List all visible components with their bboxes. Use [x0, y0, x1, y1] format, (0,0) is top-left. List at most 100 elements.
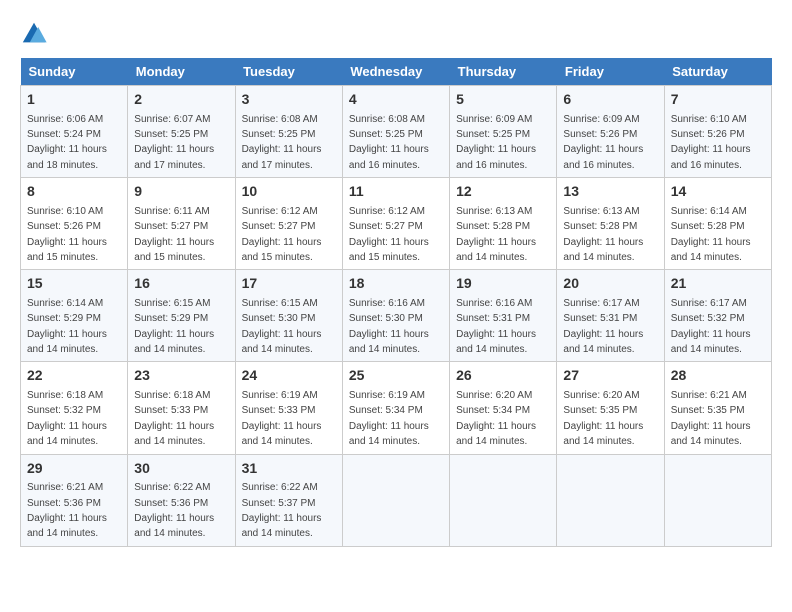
- day-number: 25: [349, 366, 443, 386]
- day-number: 9: [134, 182, 228, 202]
- day-info: Sunrise: 6:07 AM Sunset: 5:25 PM Dayligh…: [134, 114, 214, 171]
- calendar-cell: 14 Sunrise: 6:14 AM Sunset: 5:28 PM Dayl…: [664, 178, 771, 270]
- day-number: 7: [671, 90, 765, 110]
- day-number: 6: [563, 90, 657, 110]
- day-number: 15: [27, 274, 121, 294]
- header: [20, 20, 772, 48]
- day-info: Sunrise: 6:18 AM Sunset: 5:32 PM Dayligh…: [27, 390, 107, 447]
- weekday-header-wednesday: Wednesday: [342, 58, 449, 86]
- calendar-cell: 27 Sunrise: 6:20 AM Sunset: 5:35 PM Dayl…: [557, 362, 664, 454]
- day-info: Sunrise: 6:12 AM Sunset: 5:27 PM Dayligh…: [349, 206, 429, 263]
- calendar-cell: 30 Sunrise: 6:22 AM Sunset: 5:36 PM Dayl…: [128, 454, 235, 546]
- weekday-header-monday: Monday: [128, 58, 235, 86]
- day-info: Sunrise: 6:22 AM Sunset: 5:36 PM Dayligh…: [134, 482, 214, 539]
- day-number: 17: [242, 274, 336, 294]
- calendar-cell: 2 Sunrise: 6:07 AM Sunset: 5:25 PM Dayli…: [128, 86, 235, 178]
- day-info: Sunrise: 6:10 AM Sunset: 5:26 PM Dayligh…: [27, 206, 107, 263]
- calendar-table: SundayMondayTuesdayWednesdayThursdayFrid…: [20, 58, 772, 547]
- day-info: Sunrise: 6:20 AM Sunset: 5:34 PM Dayligh…: [456, 390, 536, 447]
- weekday-header-thursday: Thursday: [450, 58, 557, 86]
- calendar-cell: 4 Sunrise: 6:08 AM Sunset: 5:25 PM Dayli…: [342, 86, 449, 178]
- day-info: Sunrise: 6:06 AM Sunset: 5:24 PM Dayligh…: [27, 114, 107, 171]
- calendar-cell: 1 Sunrise: 6:06 AM Sunset: 5:24 PM Dayli…: [21, 86, 128, 178]
- day-number: 5: [456, 90, 550, 110]
- day-info: Sunrise: 6:14 AM Sunset: 5:28 PM Dayligh…: [671, 206, 751, 263]
- day-info: Sunrise: 6:15 AM Sunset: 5:29 PM Dayligh…: [134, 298, 214, 355]
- weekday-header-row: SundayMondayTuesdayWednesdayThursdayFrid…: [21, 58, 772, 86]
- day-number: 24: [242, 366, 336, 386]
- calendar-cell: 5 Sunrise: 6:09 AM Sunset: 5:25 PM Dayli…: [450, 86, 557, 178]
- calendar-week-row: 8 Sunrise: 6:10 AM Sunset: 5:26 PM Dayli…: [21, 178, 772, 270]
- day-info: Sunrise: 6:15 AM Sunset: 5:30 PM Dayligh…: [242, 298, 322, 355]
- day-info: Sunrise: 6:19 AM Sunset: 5:34 PM Dayligh…: [349, 390, 429, 447]
- calendar-cell: 25 Sunrise: 6:19 AM Sunset: 5:34 PM Dayl…: [342, 362, 449, 454]
- calendar-cell: 9 Sunrise: 6:11 AM Sunset: 5:27 PM Dayli…: [128, 178, 235, 270]
- calendar-cell: [450, 454, 557, 546]
- day-info: Sunrise: 6:22 AM Sunset: 5:37 PM Dayligh…: [242, 482, 322, 539]
- calendar-cell: 20 Sunrise: 6:17 AM Sunset: 5:31 PM Dayl…: [557, 270, 664, 362]
- calendar-week-row: 15 Sunrise: 6:14 AM Sunset: 5:29 PM Dayl…: [21, 270, 772, 362]
- calendar-cell: 11 Sunrise: 6:12 AM Sunset: 5:27 PM Dayl…: [342, 178, 449, 270]
- day-number: 8: [27, 182, 121, 202]
- calendar-week-row: 22 Sunrise: 6:18 AM Sunset: 5:32 PM Dayl…: [21, 362, 772, 454]
- weekday-header-sunday: Sunday: [21, 58, 128, 86]
- day-number: 31: [242, 459, 336, 479]
- day-info: Sunrise: 6:20 AM Sunset: 5:35 PM Dayligh…: [563, 390, 643, 447]
- day-number: 16: [134, 274, 228, 294]
- day-number: 12: [456, 182, 550, 202]
- calendar-cell: 22 Sunrise: 6:18 AM Sunset: 5:32 PM Dayl…: [21, 362, 128, 454]
- day-info: Sunrise: 6:16 AM Sunset: 5:31 PM Dayligh…: [456, 298, 536, 355]
- calendar-cell: 18 Sunrise: 6:16 AM Sunset: 5:30 PM Dayl…: [342, 270, 449, 362]
- day-info: Sunrise: 6:17 AM Sunset: 5:31 PM Dayligh…: [563, 298, 643, 355]
- day-info: Sunrise: 6:19 AM Sunset: 5:33 PM Dayligh…: [242, 390, 322, 447]
- calendar-cell: 24 Sunrise: 6:19 AM Sunset: 5:33 PM Dayl…: [235, 362, 342, 454]
- day-number: 3: [242, 90, 336, 110]
- day-number: 27: [563, 366, 657, 386]
- calendar-cell: [342, 454, 449, 546]
- day-number: 28: [671, 366, 765, 386]
- calendar-cell: 8 Sunrise: 6:10 AM Sunset: 5:26 PM Dayli…: [21, 178, 128, 270]
- calendar-cell: 21 Sunrise: 6:17 AM Sunset: 5:32 PM Dayl…: [664, 270, 771, 362]
- calendar-week-row: 29 Sunrise: 6:21 AM Sunset: 5:36 PM Dayl…: [21, 454, 772, 546]
- day-info: Sunrise: 6:10 AM Sunset: 5:26 PM Dayligh…: [671, 114, 751, 171]
- calendar-cell: [557, 454, 664, 546]
- calendar-cell: 16 Sunrise: 6:15 AM Sunset: 5:29 PM Dayl…: [128, 270, 235, 362]
- day-number: 19: [456, 274, 550, 294]
- day-info: Sunrise: 6:11 AM Sunset: 5:27 PM Dayligh…: [134, 206, 214, 263]
- calendar-cell: 26 Sunrise: 6:20 AM Sunset: 5:34 PM Dayl…: [450, 362, 557, 454]
- day-number: 21: [671, 274, 765, 294]
- calendar-cell: 17 Sunrise: 6:15 AM Sunset: 5:30 PM Dayl…: [235, 270, 342, 362]
- day-number: 10: [242, 182, 336, 202]
- calendar-cell: 29 Sunrise: 6:21 AM Sunset: 5:36 PM Dayl…: [21, 454, 128, 546]
- logo-icon: [20, 20, 48, 48]
- day-info: Sunrise: 6:21 AM Sunset: 5:35 PM Dayligh…: [671, 390, 751, 447]
- calendar-cell: 19 Sunrise: 6:16 AM Sunset: 5:31 PM Dayl…: [450, 270, 557, 362]
- day-info: Sunrise: 6:18 AM Sunset: 5:33 PM Dayligh…: [134, 390, 214, 447]
- calendar-cell: 6 Sunrise: 6:09 AM Sunset: 5:26 PM Dayli…: [557, 86, 664, 178]
- day-info: Sunrise: 6:09 AM Sunset: 5:26 PM Dayligh…: [563, 114, 643, 171]
- weekday-header-saturday: Saturday: [664, 58, 771, 86]
- weekday-header-tuesday: Tuesday: [235, 58, 342, 86]
- calendar-cell: 10 Sunrise: 6:12 AM Sunset: 5:27 PM Dayl…: [235, 178, 342, 270]
- day-info: Sunrise: 6:13 AM Sunset: 5:28 PM Dayligh…: [563, 206, 643, 263]
- calendar-cell: 12 Sunrise: 6:13 AM Sunset: 5:28 PM Dayl…: [450, 178, 557, 270]
- day-number: 13: [563, 182, 657, 202]
- calendar-cell: 15 Sunrise: 6:14 AM Sunset: 5:29 PM Dayl…: [21, 270, 128, 362]
- day-info: Sunrise: 6:12 AM Sunset: 5:27 PM Dayligh…: [242, 206, 322, 263]
- day-number: 4: [349, 90, 443, 110]
- calendar-cell: 7 Sunrise: 6:10 AM Sunset: 5:26 PM Dayli…: [664, 86, 771, 178]
- calendar-week-row: 1 Sunrise: 6:06 AM Sunset: 5:24 PM Dayli…: [21, 86, 772, 178]
- day-info: Sunrise: 6:08 AM Sunset: 5:25 PM Dayligh…: [349, 114, 429, 171]
- day-info: Sunrise: 6:21 AM Sunset: 5:36 PM Dayligh…: [27, 482, 107, 539]
- day-number: 23: [134, 366, 228, 386]
- day-info: Sunrise: 6:09 AM Sunset: 5:25 PM Dayligh…: [456, 114, 536, 171]
- day-info: Sunrise: 6:08 AM Sunset: 5:25 PM Dayligh…: [242, 114, 322, 171]
- day-number: 14: [671, 182, 765, 202]
- calendar-cell: 23 Sunrise: 6:18 AM Sunset: 5:33 PM Dayl…: [128, 362, 235, 454]
- day-info: Sunrise: 6:17 AM Sunset: 5:32 PM Dayligh…: [671, 298, 751, 355]
- calendar-cell: 31 Sunrise: 6:22 AM Sunset: 5:37 PM Dayl…: [235, 454, 342, 546]
- day-number: 11: [349, 182, 443, 202]
- calendar-cell: 13 Sunrise: 6:13 AM Sunset: 5:28 PM Dayl…: [557, 178, 664, 270]
- day-number: 26: [456, 366, 550, 386]
- day-number: 2: [134, 90, 228, 110]
